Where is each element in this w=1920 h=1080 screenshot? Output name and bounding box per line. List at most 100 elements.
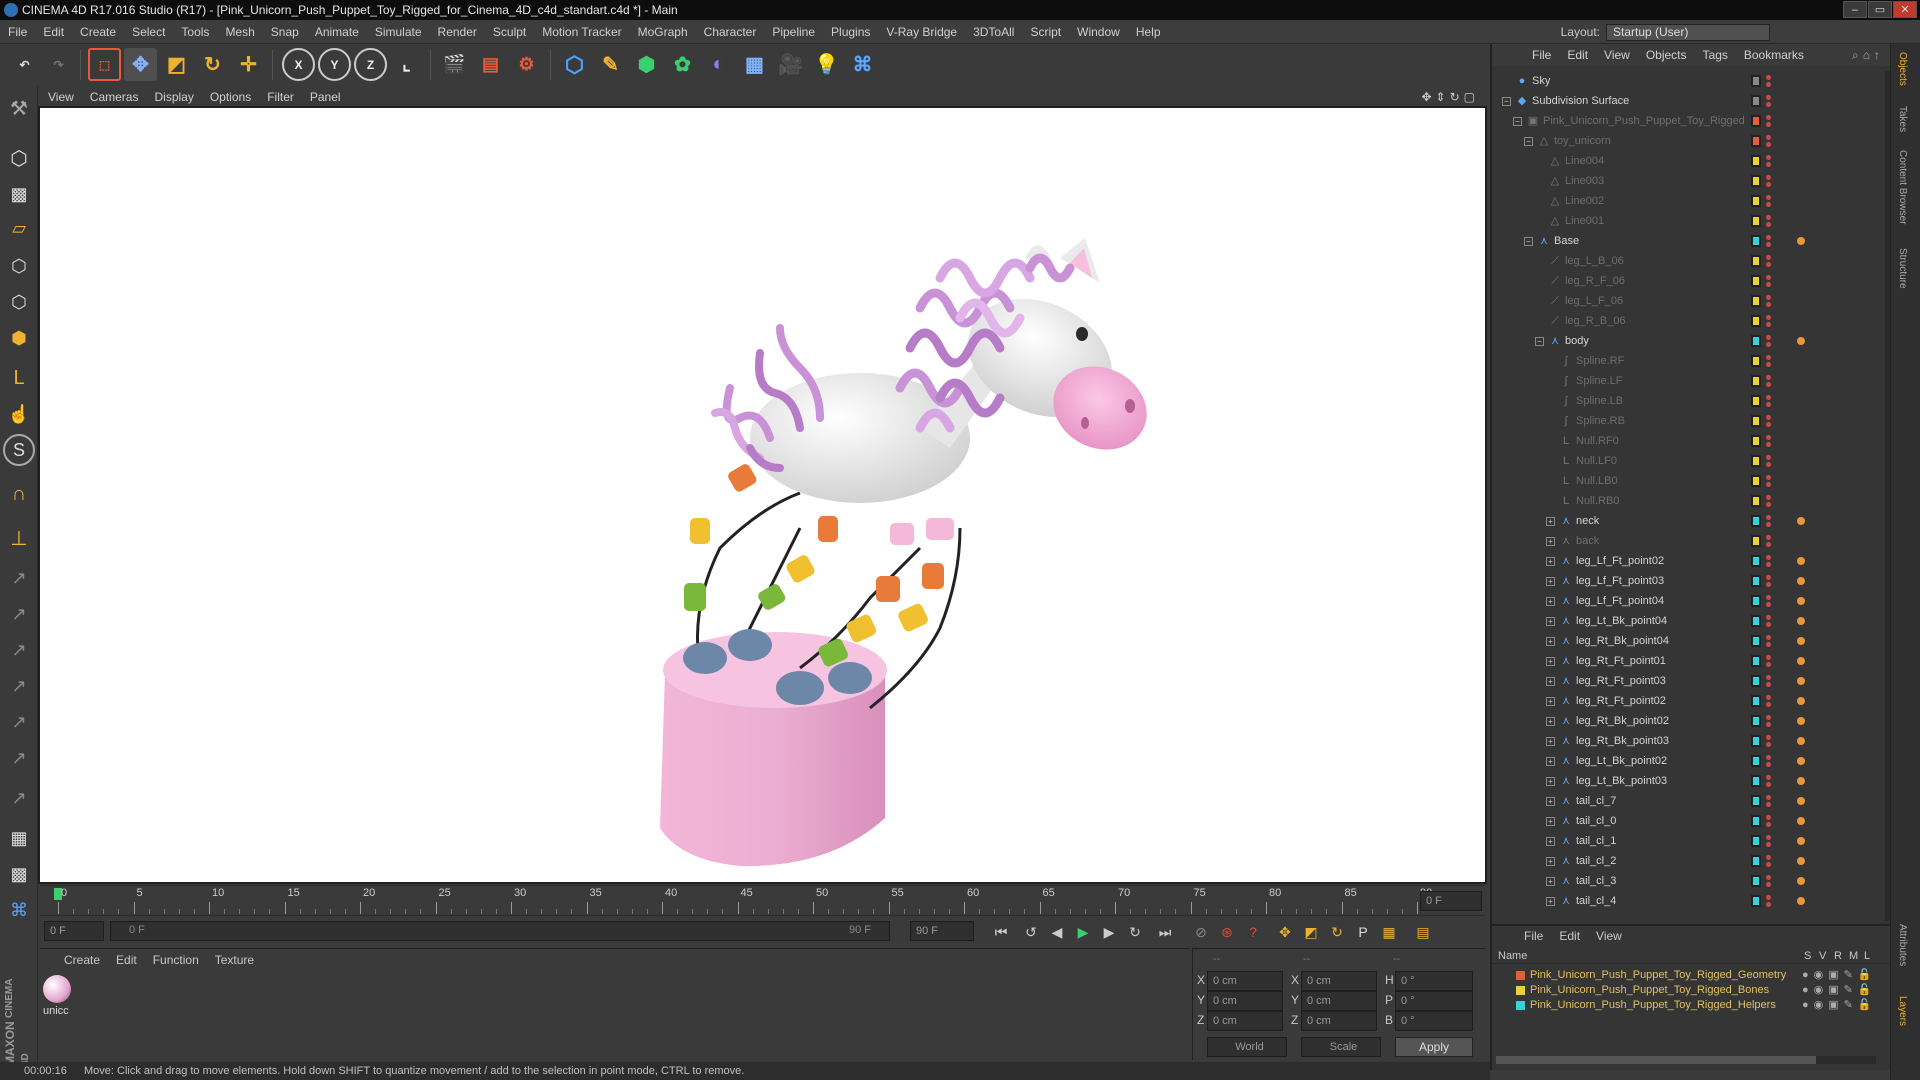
tab-content-browser[interactable]: Content Browser bbox=[1897, 150, 1908, 224]
menu-3dtoall[interactable]: 3DToAll bbox=[965, 20, 1022, 44]
layer-color-tag[interactable] bbox=[1751, 215, 1761, 227]
move-tool-icon[interactable]: ✥ bbox=[124, 48, 157, 81]
layer-color-tag[interactable] bbox=[1751, 555, 1761, 567]
layer-color-tag[interactable] bbox=[1751, 395, 1761, 407]
collapse-icon[interactable]: − bbox=[1502, 97, 1511, 106]
expand-icon[interactable]: + bbox=[1546, 737, 1555, 746]
lm-menu-file[interactable]: File bbox=[1516, 929, 1551, 943]
object-row[interactable]: △ Line004 bbox=[1492, 151, 1885, 171]
layer-color-tag[interactable] bbox=[1751, 435, 1761, 447]
layer-toggle-icons[interactable]: ●◉▣✎🔓 bbox=[1802, 998, 1877, 1013]
render-visibility-dot[interactable] bbox=[1766, 582, 1771, 587]
object-tag-icon[interactable] bbox=[1797, 837, 1805, 845]
object-row[interactable]: − ⋏ body bbox=[1492, 331, 1885, 351]
collapse-icon[interactable]: − bbox=[1524, 237, 1533, 246]
render-visibility-dot[interactable] bbox=[1766, 782, 1771, 787]
layout-dropdown[interactable]: Startup (User) bbox=[1606, 24, 1770, 42]
render-visibility-dot[interactable] bbox=[1766, 222, 1771, 227]
menu-window[interactable]: Window bbox=[1069, 20, 1128, 44]
object-row[interactable]: + ⋏ tail_cl_4 bbox=[1492, 891, 1885, 911]
object-row[interactable]: + ⋏ back bbox=[1492, 531, 1885, 551]
menu-help[interactable]: Help bbox=[1128, 20, 1169, 44]
render-visibility-dot[interactable] bbox=[1766, 342, 1771, 347]
previous-frame-icon[interactable]: ◀ bbox=[1046, 921, 1068, 943]
object-row[interactable]: L Null.RF0 bbox=[1492, 431, 1885, 451]
lm-menu-edit[interactable]: Edit bbox=[1551, 929, 1588, 943]
editor-visibility-dot[interactable] bbox=[1766, 575, 1771, 580]
render-visibility-dot[interactable] bbox=[1766, 182, 1771, 187]
menu-character[interactable]: Character bbox=[696, 20, 765, 44]
menu-motion-tracker[interactable]: Motion Tracker bbox=[534, 20, 629, 44]
object-row[interactable]: + ⋏ leg_Lt_Bk_point02 bbox=[1492, 751, 1885, 771]
layer-color-tag[interactable] bbox=[1751, 495, 1761, 507]
render-visibility-dot[interactable] bbox=[1766, 682, 1771, 687]
size-x-field[interactable]: 0 cm bbox=[1301, 971, 1377, 991]
material-swatch[interactable] bbox=[43, 975, 71, 1003]
object-row[interactable]: + ⋏ tail_cl_7 bbox=[1492, 791, 1885, 811]
editor-visibility-dot[interactable] bbox=[1766, 875, 1771, 880]
om-menu-view[interactable]: View bbox=[1596, 44, 1638, 66]
subdivision-surface-icon[interactable]: ⬢ bbox=[630, 48, 663, 81]
object-tag-icon[interactable] bbox=[1797, 877, 1805, 885]
menu-render[interactable]: Render bbox=[430, 20, 485, 44]
editor-visibility-dot[interactable] bbox=[1766, 655, 1771, 660]
menu-file[interactable]: File bbox=[0, 20, 35, 44]
menu-simulate[interactable]: Simulate bbox=[367, 20, 430, 44]
render-visibility-dot[interactable] bbox=[1766, 82, 1771, 87]
close-button[interactable]: ✕ bbox=[1893, 1, 1917, 18]
layer-color-tag[interactable] bbox=[1751, 875, 1761, 887]
tab-takes[interactable]: Takes bbox=[1897, 106, 1908, 132]
expand-icon[interactable]: + bbox=[1546, 857, 1555, 866]
next-key-icon[interactable]: ↻ bbox=[1124, 921, 1146, 943]
render-visibility-dot[interactable] bbox=[1766, 482, 1771, 487]
coord-system-dropdown[interactable]: World bbox=[1207, 1037, 1287, 1057]
go-to-start-icon[interactable]: ⏮ bbox=[990, 921, 1012, 943]
python-script-icon[interactable]: ⌘ bbox=[3, 894, 35, 926]
om-menu-bookmarks[interactable]: Bookmarks bbox=[1736, 44, 1812, 66]
vp-menu-display[interactable]: Display bbox=[146, 86, 201, 108]
render-visibility-dot[interactable] bbox=[1766, 102, 1771, 107]
object-row[interactable]: − ⋏ Base bbox=[1492, 231, 1885, 251]
frame-range-slider[interactable]: 0 F 90 F bbox=[110, 921, 890, 941]
render-visibility-dot[interactable] bbox=[1766, 122, 1771, 127]
layer-color-tag[interactable] bbox=[1751, 775, 1761, 787]
tab-layers[interactable]: Layers bbox=[1897, 996, 1908, 1026]
render-visibility-dot[interactable] bbox=[1766, 242, 1771, 247]
layer-color-tag[interactable] bbox=[1751, 635, 1761, 647]
end-frame-field[interactable]: 0 F bbox=[1420, 891, 1482, 911]
scale-key-icon[interactable]: ◩ bbox=[1300, 921, 1322, 943]
layer-color-tag[interactable] bbox=[1751, 815, 1761, 827]
workplane-grid-icon[interactable]: ▩ bbox=[3, 858, 35, 890]
object-row[interactable]: + ⋏ leg_Lf_Ft_point03 bbox=[1492, 571, 1885, 591]
mat-menu-edit[interactable]: Edit bbox=[108, 953, 145, 967]
rot-b-field[interactable]: 0 ° bbox=[1395, 1011, 1473, 1031]
object-tag-icon[interactable] bbox=[1797, 337, 1805, 345]
editor-visibility-dot[interactable] bbox=[1766, 775, 1771, 780]
object-row[interactable]: ∫ Spline.LF bbox=[1492, 371, 1885, 391]
render-visibility-dot[interactable] bbox=[1766, 382, 1771, 387]
render-visibility-dot[interactable] bbox=[1766, 262, 1771, 267]
object-row[interactable]: △ Line001 bbox=[1492, 211, 1885, 231]
tab-objects[interactable]: Objects bbox=[1897, 52, 1908, 86]
ik-tool-icon[interactable]: ↗ bbox=[3, 562, 35, 594]
layer-color-tag[interactable] bbox=[1751, 195, 1761, 207]
object-row[interactable]: − ▣ Pink_Unicorn_Push_Puppet_Toy_Rigged bbox=[1492, 111, 1885, 131]
mat-menu-create[interactable]: Create bbox=[56, 953, 108, 967]
y-axis-icon[interactable]: Y bbox=[318, 48, 351, 81]
mirror-tool-icon[interactable]: ↗ bbox=[3, 782, 35, 814]
size-z-field[interactable]: 0 cm bbox=[1301, 1011, 1377, 1031]
viewport-nav-icons[interactable]: ✥⇕↻▢ bbox=[1421, 86, 1479, 108]
expand-icon[interactable]: + bbox=[1546, 877, 1555, 886]
render-visibility-dot[interactable] bbox=[1766, 902, 1771, 907]
redo-icon[interactable]: ↷ bbox=[42, 48, 75, 81]
expand-icon[interactable]: + bbox=[1546, 797, 1555, 806]
editor-visibility-dot[interactable] bbox=[1766, 755, 1771, 760]
expand-icon[interactable]: + bbox=[1546, 677, 1555, 686]
cube-icon[interactable]: ⬡ bbox=[558, 48, 591, 81]
editor-visibility-dot[interactable] bbox=[1766, 275, 1771, 280]
editor-visibility-dot[interactable] bbox=[1766, 415, 1771, 420]
layer-color-tag[interactable] bbox=[1751, 695, 1761, 707]
editor-visibility-dot[interactable] bbox=[1766, 75, 1771, 80]
menu-tools[interactable]: Tools bbox=[173, 20, 217, 44]
render-visibility-dot[interactable] bbox=[1766, 442, 1771, 447]
